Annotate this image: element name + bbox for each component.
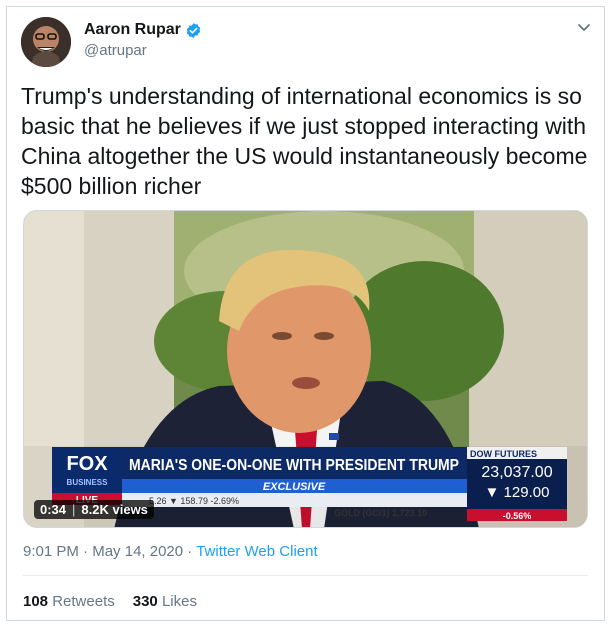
likes-label: Likes	[161, 593, 197, 610]
likes-stat[interactable]: 330 Likes	[133, 593, 197, 610]
author-handle[interactable]: @atrupar	[84, 42, 147, 59]
tweet-meta: 9:01 PM · May 14, 2020 · Twitter Web Cli…	[23, 543, 318, 560]
headline: MARIA'S ONE-ON-ONE WITH PRESIDENT TRUMP	[129, 457, 459, 474]
verified-badge-icon	[185, 22, 202, 39]
dow-pct: -0.56%	[503, 511, 532, 521]
dow-label: DOW FUTURES	[470, 449, 537, 459]
tweet-client-link[interactable]: Twitter Web Client	[196, 543, 317, 560]
exclusive-label: EXCLUSIVE	[263, 481, 326, 493]
video-views: 8.2K views	[81, 502, 148, 517]
network-logo: FOX	[66, 453, 108, 475]
dow-value: 23,037.00	[481, 464, 552, 481]
retweets-stat[interactable]: 108 Retweets	[23, 593, 115, 610]
tweet-date[interactable]: May 14, 2020	[92, 543, 183, 560]
meta-dot: ·	[187, 543, 197, 560]
tweet-time[interactable]: 9:01 PM	[23, 543, 79, 560]
video-duration: 0:34	[40, 502, 67, 517]
retweets-label: Retweets	[52, 593, 115, 610]
author-name[interactable]: Aaron Rupar	[84, 21, 181, 39]
dow-change: ▼ 129.00	[485, 484, 550, 501]
meta-dot: ·	[83, 543, 93, 560]
avatar[interactable]	[21, 17, 71, 67]
ticker-gold: GOLD (GC/1) 1,723.10	[334, 508, 427, 518]
network-sub: BUSINESS	[67, 478, 109, 487]
video-frame: FOX BUSINESS LIVE MARIA'S ONE-ON-ONE WIT…	[24, 211, 587, 527]
chevron-down-icon[interactable]	[576, 19, 592, 35]
likes-count: 330	[132, 593, 158, 610]
retweets-count: 108	[23, 593, 49, 610]
divider	[23, 575, 588, 576]
badge-separator: |	[72, 502, 76, 517]
video-badge: 0:34 | 8.2K views	[34, 500, 154, 519]
video-player[interactable]: FOX BUSINESS LIVE MARIA'S ONE-ON-ONE WIT…	[23, 210, 588, 528]
ticker-left: 5.26 ▼ 158.79 -2.69%	[149, 496, 239, 506]
author-row[interactable]: Aaron Rupar	[84, 21, 202, 39]
tweet-text: Trump's understanding of international e…	[21, 83, 588, 199]
tweet-card: Aaron Rupar @atrupar Trump's understandi…	[6, 6, 605, 621]
avatar-image	[21, 17, 71, 67]
tweet-stats: 108 Retweets 330 Likes	[23, 593, 197, 610]
